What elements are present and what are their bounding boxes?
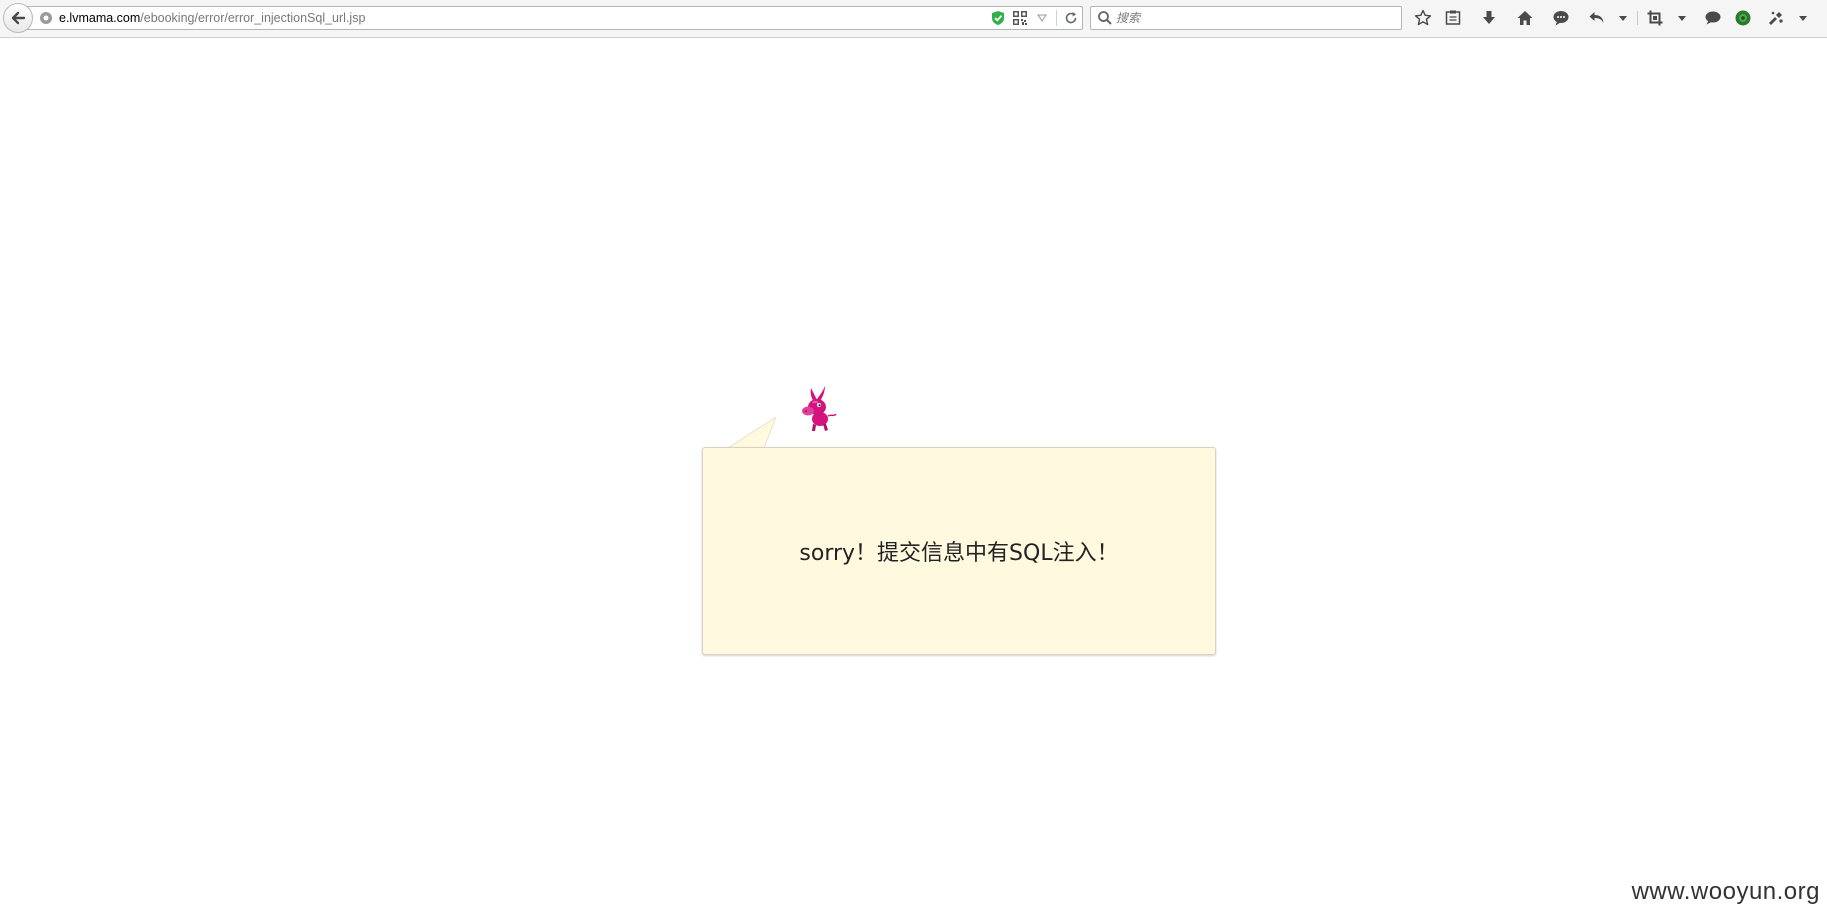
url-divider <box>1056 10 1057 26</box>
chat-icon[interactable] <box>1549 6 1573 30</box>
menu-dropdown-icon[interactable] <box>1797 6 1809 30</box>
reading-list-icon[interactable] <box>1441 6 1465 30</box>
back-button[interactable] <box>3 3 33 33</box>
qr-code-icon[interactable] <box>1009 7 1031 29</box>
green-circle-icon[interactable] <box>1731 6 1755 30</box>
url-bar[interactable]: e.lvmama.com/ebooking/error/error_inject… <box>22 6 1083 30</box>
dropdown-triangle-icon[interactable] <box>1031 7 1053 29</box>
undo-icon[interactable] <box>1585 6 1609 30</box>
site-identity-icon[interactable] <box>39 11 53 25</box>
toolbar-divider <box>1637 11 1638 25</box>
speech-pointer <box>728 417 777 449</box>
back-arrow-icon <box>11 11 26 25</box>
extension-icon[interactable] <box>1764 6 1788 30</box>
url-bar-icons <box>987 7 1082 29</box>
crop-icon[interactable] <box>1643 6 1667 30</box>
home-icon[interactable] <box>1513 6 1537 30</box>
url-path: /ebooking/error/error_injectionSql_url.j… <box>140 11 366 25</box>
watermark-text: www.wooyun.org <box>1631 878 1820 905</box>
undo-dropdown-icon[interactable] <box>1617 6 1629 30</box>
speech-bubble-icon[interactable] <box>1701 6 1725 30</box>
bookmark-star-icon[interactable] <box>1411 6 1435 30</box>
error-message-text: sorry！提交信息中有SQL注入！ <box>799 541 1119 566</box>
reload-icon[interactable] <box>1060 7 1082 29</box>
error-message-box: sorry！提交信息中有SQL注入！ <box>702 447 1216 655</box>
crop-dropdown-icon[interactable] <box>1676 6 1688 30</box>
page-content: sorry！提交信息中有SQL注入！ www.wooyun.org <box>0 38 1827 908</box>
browser-toolbar: e.lvmama.com/ebooking/error/error_inject… <box>0 0 1827 38</box>
search-bar[interactable] <box>1090 6 1402 30</box>
url-host: e.lvmama.com <box>59 11 141 25</box>
download-icon[interactable] <box>1477 6 1501 30</box>
shield-icon[interactable] <box>987 7 1009 29</box>
url-text[interactable]: e.lvmama.com/ebooking/error/error_inject… <box>59 11 365 25</box>
search-icon <box>1098 11 1112 25</box>
search-input[interactable] <box>1116 9 1396 27</box>
donkey-mascot-icon <box>802 386 837 431</box>
